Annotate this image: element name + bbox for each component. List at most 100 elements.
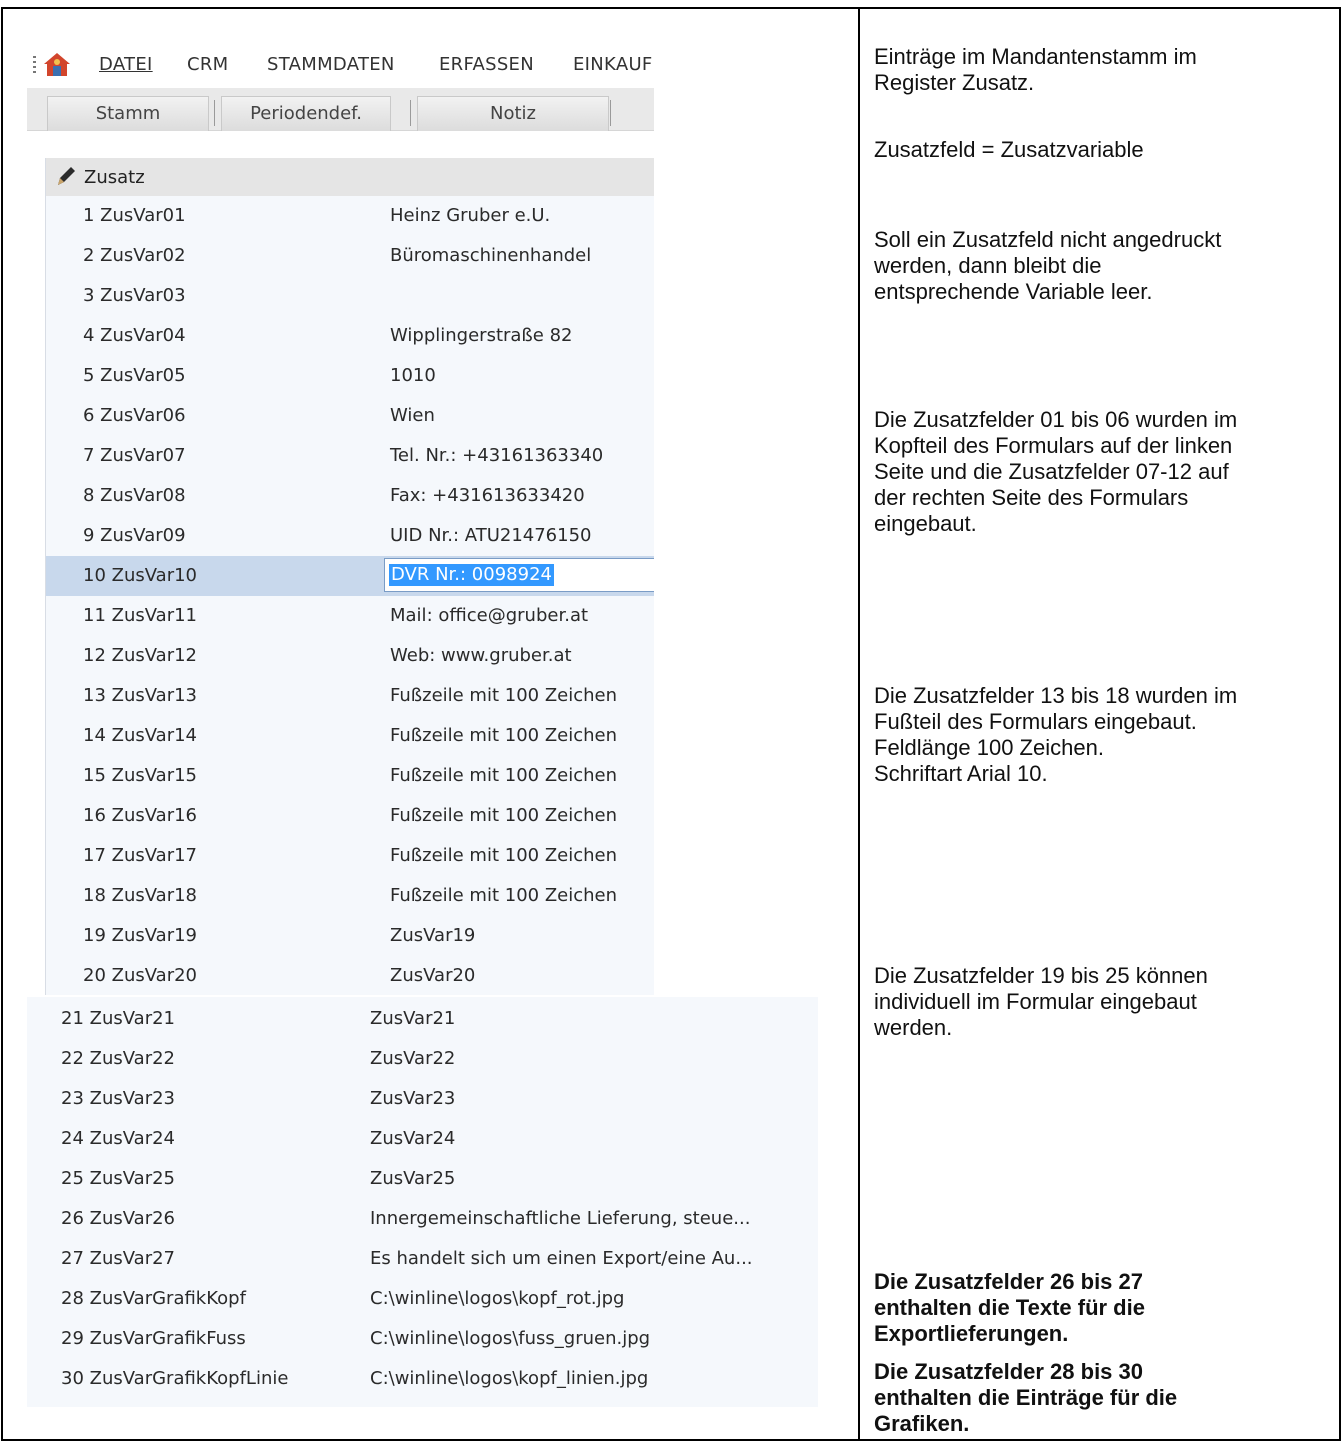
note-line: individuell im Formular eingebaut bbox=[874, 989, 1197, 1014]
row-key: 24 ZusVar24 bbox=[61, 1128, 175, 1149]
table-row[interactable]: 6 ZusVar06 Wien bbox=[46, 396, 654, 436]
menu-datei[interactable]: DATEI bbox=[99, 54, 153, 75]
row-key: 25 ZusVar25 bbox=[61, 1168, 175, 1189]
row-key: 26 ZusVar26 bbox=[61, 1208, 175, 1229]
row-key: 4 ZusVar04 bbox=[83, 325, 186, 346]
note-line: Die Zusatzfelder 01 bis 06 wurden im bbox=[874, 407, 1238, 432]
menu-datei-label: DATEI bbox=[99, 54, 153, 75]
table-row[interactable]: 1 ZusVar01 Heinz Gruber e.U. bbox=[46, 196, 654, 236]
row-value: C:\winline\logos\kopf_rot.jpg bbox=[370, 1288, 625, 1309]
group-header-zusatz[interactable]: Zusatz bbox=[46, 158, 654, 196]
row-value: ZusVar21 bbox=[370, 1008, 456, 1029]
table-row[interactable]: 29 ZusVarGrafikFuss C:\winline\logos\fuss… bbox=[27, 1319, 818, 1359]
table-row[interactable]: 25 ZusVar25 ZusVar25 bbox=[27, 1159, 818, 1199]
table-row[interactable]: 4 ZusVar04 Wipplingerstraße 82 bbox=[46, 316, 654, 356]
table-row[interactable]: 9 ZusVar09 UID Nr.: ATU21476150 bbox=[46, 516, 654, 556]
note-line: Grafiken. bbox=[874, 1411, 970, 1436]
menu-erfassen-label: ERFASSEN bbox=[439, 54, 534, 75]
row-value: ZusVar22 bbox=[370, 1048, 456, 1069]
tab-separator bbox=[610, 100, 611, 126]
note-line: Seite und die Zusatzfelder 07-12 auf bbox=[874, 459, 1229, 484]
note-paragraph: Einträge im Mandantenstamm im Register Zu… bbox=[874, 44, 1334, 96]
row-key: 13 ZusVar13 bbox=[83, 685, 197, 706]
table-row[interactable]: 27 ZusVar27 Es handelt sich um einen Expo… bbox=[27, 1239, 818, 1279]
app-logo-icon[interactable] bbox=[41, 50, 73, 78]
row-value: Tel. Nr.: +43161363340 bbox=[390, 445, 604, 466]
table-row[interactable]: 26 ZusVar26 Innergemeinschaftliche Liefer… bbox=[27, 1199, 818, 1239]
row-key: 12 ZusVar12 bbox=[83, 645, 197, 666]
row-key: 15 ZusVar15 bbox=[83, 765, 197, 786]
table-row[interactable]: 17 ZusVar17 Fußzeile mit 100 Zeichen bbox=[46, 836, 654, 876]
table-row[interactable]: 2 ZusVar02 Büromaschinenhandel bbox=[46, 236, 654, 276]
note-line: Die Zusatzfelder 13 bis 18 wurden im bbox=[874, 683, 1238, 708]
toolbar-grip-icon[interactable] bbox=[33, 56, 36, 74]
table-row[interactable]: 24 ZusVar24 ZusVar24 bbox=[27, 1119, 818, 1159]
note-line: eingebaut. bbox=[874, 511, 977, 536]
tab-bar: Stamm Periodendef. Notiz bbox=[27, 88, 654, 131]
table-row[interactable]: 12 ZusVar12 Web: www.gruber.at bbox=[46, 636, 654, 676]
row-value: Fußzeile mit 100 Zeichen bbox=[390, 765, 618, 786]
row-key: 2 ZusVar02 bbox=[83, 245, 186, 266]
table-row[interactable]: 28 ZusVarGrafikKopf C:\winline\logos\kopf… bbox=[27, 1279, 818, 1319]
table-row[interactable]: 22 ZusVar22 ZusVar22 bbox=[27, 1039, 818, 1079]
tab-stamm[interactable]: Stamm bbox=[47, 96, 209, 131]
note-line: Soll ein Zusatzfeld nicht angedruckt bbox=[874, 227, 1222, 252]
zusatz-grid: Zusatz 1 ZusVar01 Heinz Gruber e.U. 2 ZusV… bbox=[45, 158, 654, 995]
note-line: Kopfteil des Formulars auf der linken bbox=[874, 433, 1233, 458]
table-row[interactable]: 14 ZusVar14 Fußzeile mit 100 Zeichen bbox=[46, 716, 654, 756]
row-key: 21 ZusVar21 bbox=[61, 1008, 175, 1029]
tab-periodendef[interactable]: Periodendef. bbox=[221, 96, 391, 131]
row-value: Innergemeinschaftliche Lieferung, steue.… bbox=[370, 1208, 751, 1229]
note-line: Feldlänge 100 Zeichen. bbox=[874, 735, 1104, 760]
note-line: Register Zusatz. bbox=[874, 70, 1035, 95]
menu-einkauf[interactable]: EINKAUF bbox=[573, 54, 653, 75]
row-key: 3 ZusVar03 bbox=[83, 285, 186, 306]
note-paragraph: Die Zusatzfelder 13 bis 18 wurden im Fußt… bbox=[874, 683, 1334, 787]
table-row[interactable]: 15 ZusVar15 Fußzeile mit 100 Zeichen bbox=[46, 756, 654, 796]
row-value: ZusVar20 bbox=[390, 965, 476, 986]
row-value: Web: www.gruber.at bbox=[390, 645, 572, 666]
table-row[interactable]: 11 ZusVar11 Mail: office@gruber.at bbox=[46, 596, 654, 636]
menu-crm[interactable]: CRM bbox=[187, 54, 229, 75]
table-row[interactable]: 19 ZusVar19 ZusVar19 bbox=[46, 916, 654, 956]
table-row[interactable]: 30 ZusVarGrafikKopfLinie C:\winline\logos… bbox=[27, 1359, 818, 1399]
note-line: Zusatzfeld = Zusatzvariable bbox=[874, 137, 1144, 162]
note-line: Exportlieferungen. bbox=[874, 1321, 1069, 1346]
table-row[interactable]: 23 ZusVar23 ZusVar23 bbox=[27, 1079, 818, 1119]
menu-stammdaten[interactable]: STAMMDATEN bbox=[267, 54, 395, 75]
row-value: ZusVar24 bbox=[370, 1128, 456, 1149]
note-paragraph: Die Zusatzfelder 26 bis 27 enthalten die … bbox=[874, 1269, 1334, 1347]
note-paragraph: Die Zusatzfelder 01 bis 06 wurden im Kopf… bbox=[874, 407, 1334, 537]
row-value: UID Nr.: ATU21476150 bbox=[390, 525, 592, 546]
table-row[interactable]: 21 ZusVar21 ZusVar21 bbox=[27, 999, 818, 1039]
table-row[interactable]: 5 ZusVar05 1010 bbox=[46, 356, 654, 396]
note-line: Schriftart Arial 10. bbox=[874, 761, 1048, 786]
note-line: der rechten Seite des Formulars bbox=[874, 485, 1189, 510]
pencil-icon bbox=[58, 167, 75, 185]
table-row[interactable]: 18 ZusVar18 Fußzeile mit 100 Zeichen bbox=[46, 876, 654, 916]
table-row[interactable]: 13 ZusVar13 Fußzeile mit 100 Zeichen bbox=[46, 676, 654, 716]
note-paragraph: Die Zusatzfelder 28 bis 30 enthalten die … bbox=[874, 1359, 1334, 1437]
table-row[interactable]: 7 ZusVar07 Tel. Nr.: +43161363340 bbox=[46, 436, 654, 476]
row-value: Wien bbox=[390, 405, 435, 426]
tab-notiz[interactable]: Notiz bbox=[417, 96, 609, 131]
table-row[interactable]: 10 ZusVar10 DVR Nr.: 0098924 bbox=[46, 556, 654, 596]
table-row[interactable]: 16 ZusVar16 Fußzeile mit 100 Zeichen bbox=[46, 796, 654, 836]
tab-periodendef-label: Periodendef. bbox=[250, 103, 362, 124]
row-key: 22 ZusVar22 bbox=[61, 1048, 175, 1069]
row-value: Mail: office@gruber.at bbox=[390, 605, 589, 626]
menu-erfassen[interactable]: ERFASSEN bbox=[439, 54, 534, 75]
table-row[interactable]: 20 ZusVar20 ZusVar20 bbox=[46, 956, 654, 995]
note-line: Fußteil des Formulars eingebaut. bbox=[874, 709, 1197, 734]
row-key: 7 ZusVar07 bbox=[83, 445, 186, 466]
table-row[interactable]: 8 ZusVar08 Fax: +431613633420 bbox=[46, 476, 654, 516]
row-key: 11 ZusVar11 bbox=[83, 605, 197, 626]
value-edit-field[interactable]: DVR Nr.: 0098924 bbox=[384, 558, 654, 592]
table-row[interactable]: 3 ZusVar03 bbox=[46, 276, 654, 316]
row-key: 19 ZusVar19 bbox=[83, 925, 197, 946]
row-key: 23 ZusVar23 bbox=[61, 1088, 175, 1109]
screenshot-zusatz-continued: 21 ZusVar21 ZusVar21 22 ZusVar22 ZusVar22 23… bbox=[27, 997, 818, 1407]
row-key: 30 ZusVarGrafikKopfLinie bbox=[61, 1368, 289, 1389]
selected-value-text: DVR Nr.: 0098924 bbox=[389, 564, 554, 586]
tab-stamm-label: Stamm bbox=[95, 103, 161, 124]
